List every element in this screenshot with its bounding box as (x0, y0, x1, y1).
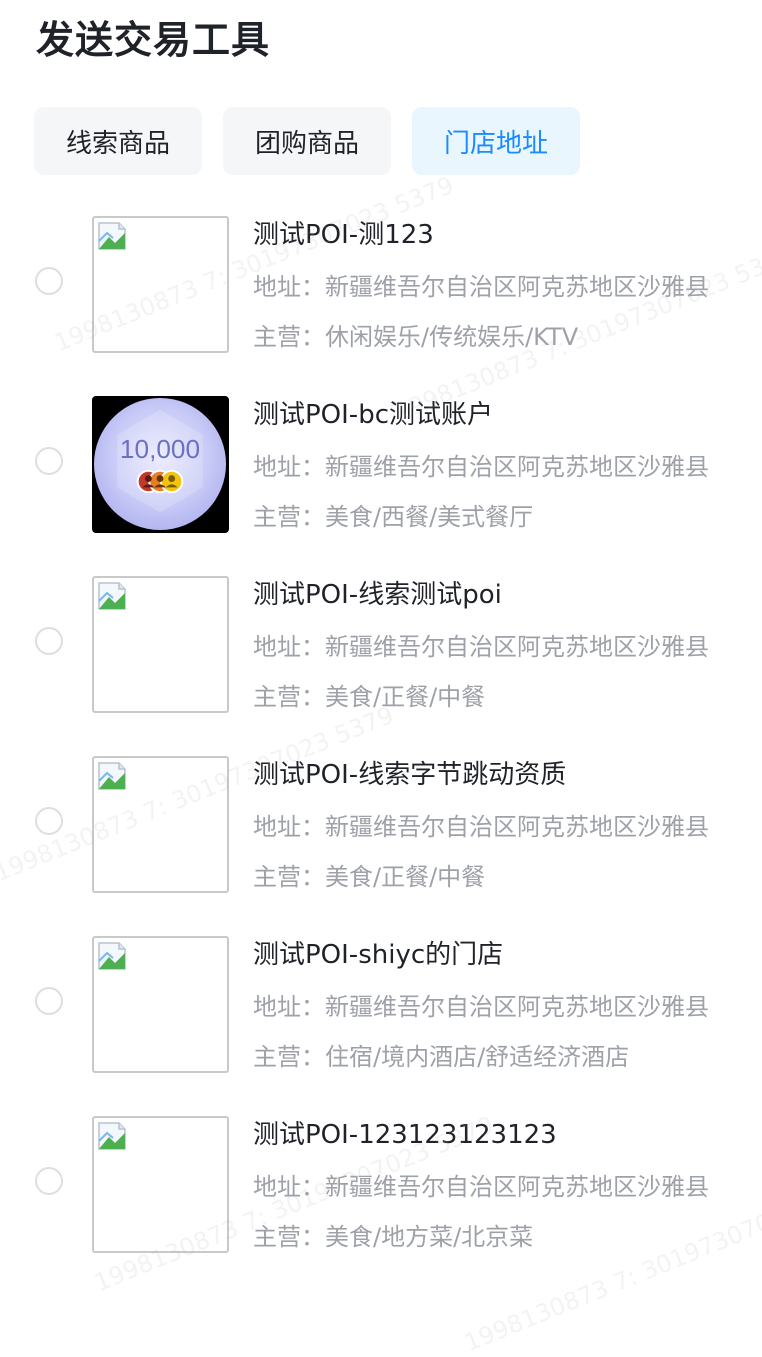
poi-list-item[interactable]: 测试POI-123123123123 地址：新疆维吾尔自治区阿克苏地区沙雅县 主… (0, 1115, 762, 1295)
page-title: 发送交易工具 (36, 18, 271, 62)
select-radio[interactable] (35, 987, 63, 1015)
broken-image-icon (98, 582, 126, 610)
poi-list-item[interactable]: 测试POI-线索测试poi 地址：新疆维吾尔自治区阿克苏地区沙雅县 主营：美食/… (0, 575, 762, 755)
poi-business: 主营：休闲娱乐/传统娱乐/KTV (253, 323, 579, 351)
tab-group-buy-products[interactable]: 团购商品 (223, 107, 391, 175)
poi-address: 地址：新疆维吾尔自治区阿克苏地区沙雅县 (253, 813, 709, 841)
tab-store-address[interactable]: 门店地址 (412, 107, 580, 175)
poi-info: 测试POI-123123123123 地址：新疆维吾尔自治区阿克苏地区沙雅县 主… (253, 1115, 762, 1255)
select-radio[interactable] (35, 447, 63, 475)
poi-address: 地址：新疆维吾尔自治区阿克苏地区沙雅县 (253, 1173, 709, 1201)
poi-business: 主营：美食/西餐/美式餐厅 (253, 503, 534, 531)
poi-image-broken (92, 1116, 229, 1253)
broken-image-icon (98, 942, 126, 970)
poi-name: 测试POI-shiyc的门店 (253, 940, 504, 970)
broken-image-icon (98, 1122, 126, 1150)
poi-name: 测试POI-线索测试poi (253, 580, 502, 610)
poi-list-item[interactable]: 测试POI-测123 地址：新疆维吾尔自治区阿克苏地区沙雅县 主营：休闲娱乐/传… (0, 215, 762, 395)
tab-bar: 线索商品 团购商品 门店地址 (34, 107, 580, 175)
poi-image-logo: 10,000 (92, 396, 229, 533)
poi-name: 测试POI-测123 (253, 220, 434, 250)
poi-info: 测试POI-线索字节跳动资质 地址：新疆维吾尔自治区阿克苏地区沙雅县 主营：美食… (253, 755, 762, 895)
poi-list-item[interactable]: 10,000 测试POI-bc测试账户 地址：新疆维吾尔自治区阿克苏地区沙雅县 … (0, 395, 762, 575)
poi-info: 测试POI-bc测试账户 地址：新疆维吾尔自治区阿克苏地区沙雅县 主营：美食/西… (253, 395, 762, 535)
poi-business: 主营：美食/地方菜/北京菜 (253, 1223, 534, 1251)
poi-list: 测试POI-测123 地址：新疆维吾尔自治区阿克苏地区沙雅县 主营：休闲娱乐/传… (0, 215, 762, 1295)
poi-image-broken (92, 576, 229, 713)
broken-image-icon (98, 222, 126, 250)
poi-business: 主营：美食/正餐/中餐 (253, 863, 486, 891)
poi-name: 测试POI-bc测试账户 (253, 400, 493, 430)
select-radio[interactable] (35, 807, 63, 835)
poi-info: 测试POI-测123 地址：新疆维吾尔自治区阿克苏地区沙雅县 主营：休闲娱乐/传… (253, 215, 762, 355)
poi-name: 测试POI-123123123123 (253, 1120, 557, 1150)
logo-badge-icon: 10,000 (94, 398, 227, 531)
poi-list-item[interactable]: 测试POI-shiyc的门店 地址：新疆维吾尔自治区阿克苏地区沙雅县 主营：住宿… (0, 935, 762, 1115)
select-radio[interactable] (35, 627, 63, 655)
poi-business: 主营：住宿/境内酒店/舒适经济酒店 (253, 1043, 630, 1071)
poi-image-broken (92, 216, 229, 353)
poi-address: 地址：新疆维吾尔自治区阿克苏地区沙雅县 (253, 453, 709, 481)
poi-info: 测试POI-shiyc的门店 地址：新疆维吾尔自治区阿克苏地区沙雅县 主营：住宿… (253, 935, 762, 1075)
poi-address: 地址：新疆维吾尔自治区阿克苏地区沙雅县 (253, 993, 709, 1021)
poi-address: 地址：新疆维吾尔自治区阿克苏地区沙雅县 (253, 633, 709, 661)
select-radio[interactable] (35, 267, 63, 295)
poi-info: 测试POI-线索测试poi 地址：新疆维吾尔自治区阿克苏地区沙雅县 主营：美食/… (253, 575, 762, 715)
poi-address: 地址：新疆维吾尔自治区阿克苏地区沙雅县 (253, 273, 709, 301)
select-radio[interactable] (35, 1167, 63, 1195)
poi-image-broken (92, 756, 229, 893)
poi-image-broken (92, 936, 229, 1073)
poi-name: 测试POI-线索字节跳动资质 (253, 760, 567, 790)
broken-image-icon (98, 762, 126, 790)
poi-list-item[interactable]: 测试POI-线索字节跳动资质 地址：新疆维吾尔自治区阿克苏地区沙雅县 主营：美食… (0, 755, 762, 935)
poi-business: 主营：美食/正餐/中餐 (253, 683, 486, 711)
tab-lead-products[interactable]: 线索商品 (34, 107, 202, 175)
logo-count-text: 10,000 (120, 434, 200, 464)
